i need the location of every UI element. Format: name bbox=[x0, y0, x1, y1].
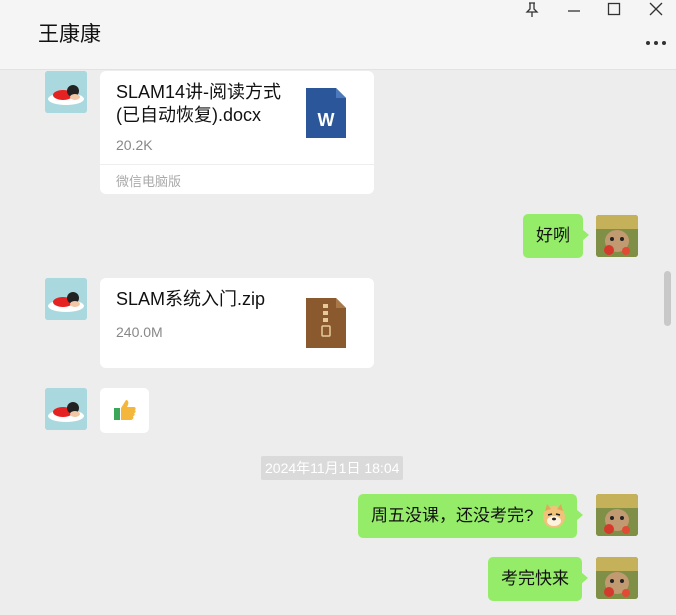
chat-header: 王康康 bbox=[0, 0, 676, 70]
my-avatar[interactable] bbox=[596, 494, 638, 536]
sent-message-bubble[interactable]: 好咧 bbox=[523, 214, 589, 258]
chat-scrollbar[interactable] bbox=[664, 271, 671, 326]
message-text: 考完快来 bbox=[501, 569, 569, 588]
svg-text:W: W bbox=[318, 110, 335, 130]
file-footer: 微信电脑版 bbox=[100, 164, 374, 194]
maximize-icon[interactable] bbox=[605, 2, 623, 20]
file-size: 20.2K bbox=[116, 137, 153, 153]
close-icon[interactable] bbox=[647, 2, 665, 20]
file-message-docx[interactable]: SLAM14讲-阅读方式(已自动恢复).docx 20.2K W 微信电脑版 bbox=[100, 71, 374, 194]
more-options-icon[interactable] bbox=[644, 30, 668, 54]
my-avatar[interactable] bbox=[596, 215, 638, 257]
doge-emoji-icon bbox=[541, 503, 567, 535]
message-text: 好咧 bbox=[536, 226, 570, 245]
minimize-icon[interactable] bbox=[565, 2, 583, 20]
file-source-label: 微信电脑版 bbox=[116, 174, 182, 189]
contact-avatar[interactable] bbox=[45, 71, 87, 113]
contact-avatar[interactable] bbox=[45, 388, 87, 430]
contact-avatar[interactable] bbox=[45, 278, 87, 320]
file-message-zip[interactable]: SLAM系统入门.zip 240.0M bbox=[100, 278, 374, 368]
word-doc-icon: W bbox=[306, 88, 346, 143]
my-avatar[interactable] bbox=[596, 557, 638, 599]
message-text: 周五没课，还没考完? bbox=[371, 506, 534, 525]
zip-icon bbox=[306, 298, 346, 353]
file-size: 240.0M bbox=[116, 324, 163, 340]
pin-icon[interactable] bbox=[523, 2, 541, 20]
emoji-message-bubble[interactable] bbox=[100, 388, 149, 433]
sent-message-bubble[interactable]: 考完快来 bbox=[488, 557, 588, 601]
file-name: SLAM14讲-阅读方式(已自动恢复).docx bbox=[116, 82, 282, 125]
contact-name: 王康康 bbox=[38, 23, 101, 46]
message-timestamp: 2024年11月1日 18:04 bbox=[261, 456, 404, 480]
thumbs-up-icon bbox=[113, 399, 137, 426]
sent-message-bubble[interactable]: 周五没课，还没考完? bbox=[358, 494, 584, 538]
file-name: SLAM系统入门.zip bbox=[116, 289, 266, 309]
chat-history[interactable]: SLAM14讲-阅读方式(已自动恢复).docx 20.2K W 微信电脑版 好… bbox=[0, 71, 676, 615]
